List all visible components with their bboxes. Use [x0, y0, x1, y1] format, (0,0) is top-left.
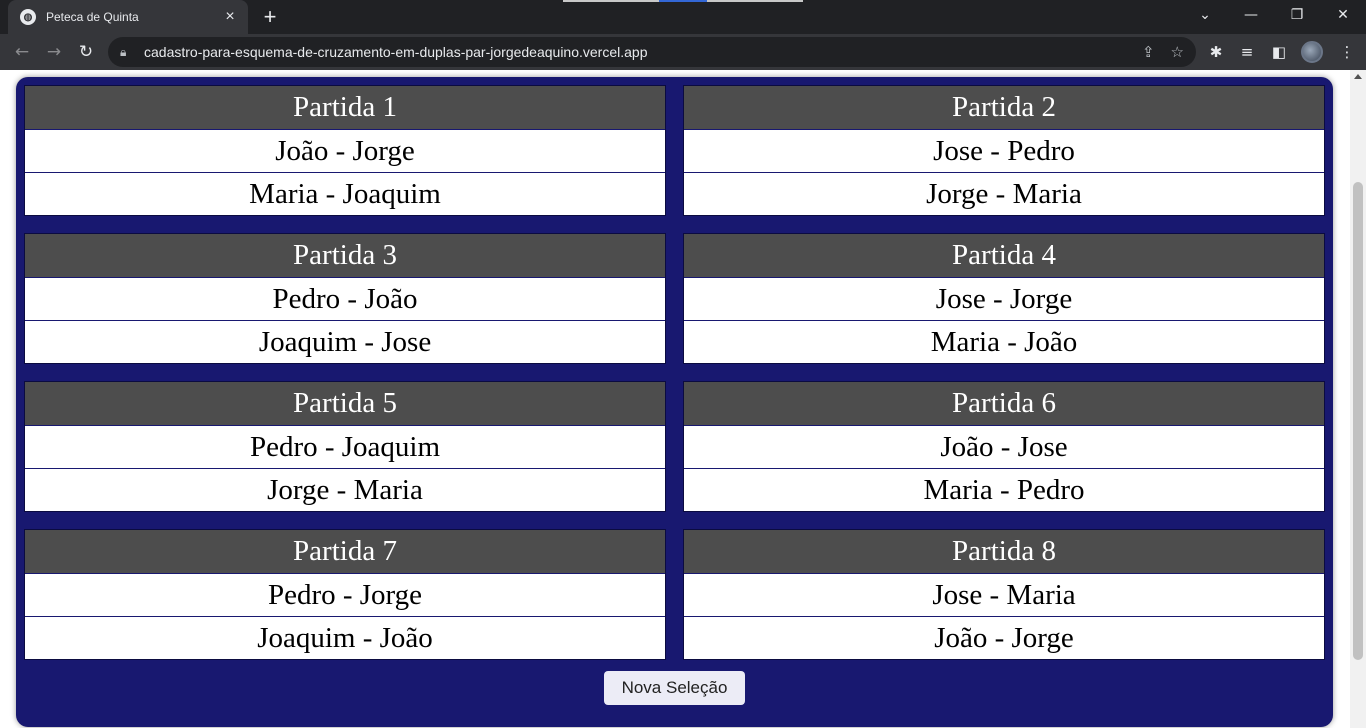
loading-indicator	[563, 0, 803, 2]
minimize-button[interactable]: —	[1228, 0, 1274, 30]
bookmark-star-icon[interactable]: ☆	[1171, 43, 1184, 61]
matches-grid: Partida 1 João - Jorge Maria - Joaquim P…	[24, 85, 1325, 660]
menu-kebab-icon[interactable]: ⋮	[1332, 37, 1362, 67]
window-controls: ⌄ — ❐ ✕	[1182, 0, 1366, 30]
scroll-up-arrow-icon[interactable]	[1354, 74, 1362, 79]
match-pair: João - Jorge	[25, 129, 665, 172]
address-bar[interactable]: 🔒︎ cadastro-para-esquema-de-cruzamento-e…	[108, 37, 1196, 67]
match-title: Partida 6	[684, 382, 1324, 425]
match-pair: Pedro - Jorge	[25, 573, 665, 616]
browser-tab-strip: ◍ Peteca de Quinta × + ⌄ — ❐ ✕	[0, 0, 1366, 34]
match-pair: João - Jose	[684, 425, 1324, 468]
match-title: Partida 8	[684, 530, 1324, 573]
match-pair: Maria - Pedro	[684, 468, 1324, 511]
match-card: Partida 8 Jose - Maria João - Jorge	[683, 529, 1325, 660]
reload-button[interactable]: ↻	[70, 37, 102, 67]
extensions-puzzle-icon[interactable]: ✱	[1201, 37, 1231, 67]
match-card: Partida 6 João - Jose Maria - Pedro	[683, 381, 1325, 512]
match-card: Partida 5 Pedro - Joaquim Jorge - Maria	[24, 381, 666, 512]
match-card: Partida 2 Jose - Pedro Jorge - Maria	[683, 85, 1325, 216]
match-title: Partida 7	[25, 530, 665, 573]
back-button[interactable]: ←	[6, 37, 38, 67]
scrollbar-thumb[interactable]	[1353, 182, 1363, 660]
match-pair: Pedro - Joaquim	[25, 425, 665, 468]
match-pair: Jose - Jorge	[684, 277, 1324, 320]
lock-icon[interactable]: 🔒︎	[120, 45, 134, 60]
media-queue-icon[interactable]: ≡	[1232, 37, 1262, 67]
new-tab-button[interactable]: +	[256, 4, 284, 30]
tab-title: Peteca de Quinta	[46, 10, 139, 24]
url-text[interactable]: cadastro-para-esquema-de-cruzamento-em-d…	[144, 44, 1126, 60]
match-pair: João - Jorge	[684, 616, 1324, 659]
match-card: Partida 1 João - Jorge Maria - Joaquim	[24, 85, 666, 216]
share-icon[interactable]: ⇪	[1142, 43, 1155, 61]
restore-button[interactable]: ❐	[1274, 0, 1320, 30]
page-viewport: Partida 1 João - Jorge Maria - Joaquim P…	[0, 70, 1366, 728]
tab-search-icon[interactable]: ⌄	[1182, 0, 1228, 30]
forward-button[interactable]: →	[38, 37, 70, 67]
match-pair: Maria - João	[684, 320, 1324, 363]
avatar	[1301, 41, 1323, 63]
close-window-button[interactable]: ✕	[1320, 0, 1366, 30]
side-panel-icon[interactable]: ◧	[1264, 37, 1294, 67]
match-pair: Jose - Maria	[684, 573, 1324, 616]
match-pair: Pedro - João	[25, 277, 665, 320]
match-card: Partida 4 Jose - Jorge Maria - João	[683, 233, 1325, 364]
matches-panel: Partida 1 João - Jorge Maria - Joaquim P…	[16, 77, 1333, 727]
profile-avatar[interactable]	[1297, 37, 1327, 67]
browser-toolbar: ← → ↻ 🔒︎ cadastro-para-esquema-de-cruzam…	[0, 34, 1366, 70]
match-pair: Maria - Joaquim	[25, 172, 665, 215]
match-pair: Joaquim - Jose	[25, 320, 665, 363]
match-pair: Jorge - Maria	[684, 172, 1324, 215]
match-pair: Jorge - Maria	[25, 468, 665, 511]
match-title: Partida 5	[25, 382, 665, 425]
match-title: Partida 2	[684, 86, 1324, 129]
match-title: Partida 3	[25, 234, 665, 277]
match-title: Partida 1	[25, 86, 665, 129]
browser-tab[interactable]: ◍ Peteca de Quinta ×	[8, 0, 248, 34]
match-card: Partida 3 Pedro - João Joaquim - Jose	[24, 233, 666, 364]
globe-icon: ◍	[20, 9, 36, 25]
new-selection-button[interactable]: Nova Seleção	[604, 671, 745, 705]
match-card: Partida 7 Pedro - Jorge Joaquim - João	[24, 529, 666, 660]
vertical-scrollbar[interactable]	[1350, 70, 1366, 728]
close-tab-icon[interactable]: ×	[222, 9, 238, 25]
match-pair: Joaquim - João	[25, 616, 665, 659]
match-title: Partida 4	[684, 234, 1324, 277]
match-pair: Jose - Pedro	[684, 129, 1324, 172]
